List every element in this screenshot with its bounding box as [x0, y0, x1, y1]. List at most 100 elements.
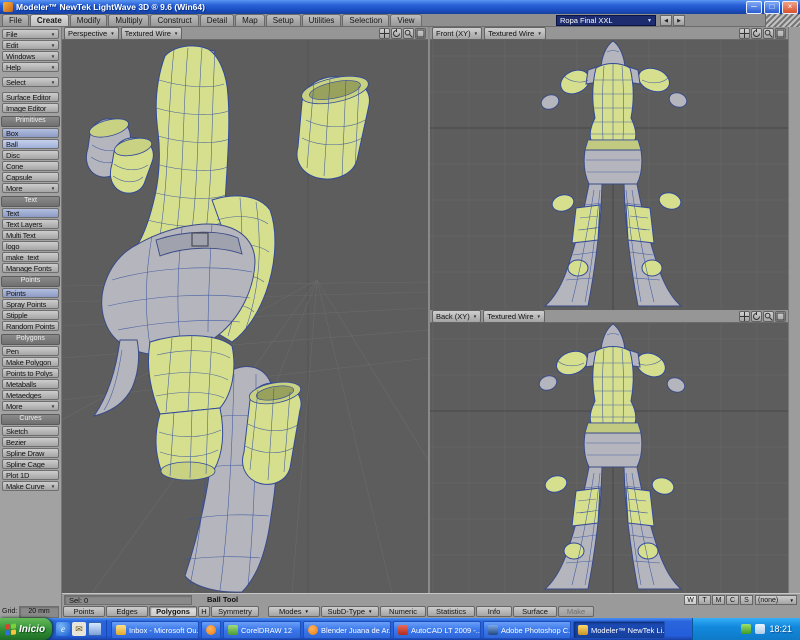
tab-selection[interactable]: Selection: [342, 14, 390, 26]
rotate-icon[interactable]: [391, 27, 402, 39]
sidebar-item-points-to-polys[interactable]: Points to Polys: [2, 368, 59, 378]
tab-file[interactable]: File: [2, 14, 29, 26]
sidebar-item-make-polygon[interactable]: Make Polygon: [2, 357, 59, 367]
image-editor-button[interactable]: Image Editor: [2, 103, 59, 113]
next-preset-button[interactable]: ▶: [673, 15, 685, 26]
sidebar-item-spray-points[interactable]: Spray Points: [2, 299, 59, 309]
maximize-button[interactable]: □: [764, 0, 780, 14]
internet-explorer-icon[interactable]: e: [56, 622, 70, 636]
viewport-divider[interactable]: [428, 27, 430, 593]
sidebar-item-stipple[interactable]: Stipple: [2, 310, 59, 320]
sidebar-item-make-curve[interactable]: Make Curve ▼: [2, 481, 59, 491]
tab-map[interactable]: Map: [235, 14, 265, 26]
show-desktop-icon[interactable]: [88, 622, 102, 636]
task-coreldraw[interactable]: CorelDRAW 12: [223, 621, 301, 639]
pan-icon[interactable]: [379, 27, 390, 39]
mode-polygons-button[interactable]: Polygons: [149, 606, 197, 617]
sidebar-item-make-text[interactable]: make_text: [2, 252, 59, 262]
minimize-button[interactable]: ─: [746, 0, 762, 14]
sidebar-item-pen[interactable]: Pen: [2, 346, 59, 356]
surface-editor-button[interactable]: Surface Editor: [2, 92, 59, 102]
tab-utilities[interactable]: Utilities: [301, 14, 342, 26]
task-blender[interactable]: [201, 621, 221, 639]
sidebar-item-ball[interactable]: Ball: [2, 139, 59, 149]
shading-mode-dropdown[interactable]: Textured Wire ▼: [483, 309, 545, 323]
tab-multiply[interactable]: Multiply: [108, 14, 150, 26]
task-modeler-active[interactable]: Modeler™ NewTek Li...: [573, 621, 665, 639]
vmap-texture-button[interactable]: T: [698, 595, 711, 605]
shading-mode-dropdown[interactable]: Textured Wire ▼: [484, 26, 546, 40]
statistics-button[interactable]: Statistics: [427, 606, 475, 617]
task-outlook-inbox[interactable]: Inbox - Microsoft Ou...: [111, 621, 199, 639]
modes-dropdown[interactable]: Modes ▼: [268, 606, 320, 617]
tab-setup[interactable]: Setup: [265, 14, 301, 26]
symmetry-button[interactable]: Symmetry: [211, 606, 259, 617]
shield-icon[interactable]: [741, 624, 752, 634]
zoom-icon[interactable]: [763, 27, 774, 39]
sidebar-menu-select[interactable]: Select ▼: [2, 77, 59, 87]
maximize-viewport-icon[interactable]: [775, 310, 786, 322]
rotate-icon[interactable]: [751, 310, 762, 322]
pan-icon[interactable]: [739, 310, 750, 322]
sidebar-item-spline-cage[interactable]: Spline Cage: [2, 459, 59, 469]
sidebar-menu-file[interactable]: File ▼: [2, 29, 59, 39]
sidebar-item-metaedges[interactable]: Metaedges: [2, 390, 59, 400]
subd-type-dropdown[interactable]: SubD-Type ▼: [321, 606, 379, 617]
vmap-weight-button[interactable]: W: [684, 595, 697, 605]
zoom-icon[interactable]: [403, 27, 414, 39]
sidebar-item-text[interactable]: Text: [2, 208, 59, 218]
mail-icon[interactable]: ✉: [72, 622, 86, 636]
view-type-dropdown[interactable]: Perspective ▼: [64, 26, 119, 40]
sidebar-item-text-layers[interactable]: Text Layers: [2, 219, 59, 229]
sidebar-item-spline-draw[interactable]: Spline Draw: [2, 448, 59, 458]
vmap-selector[interactable]: (none) ▼: [755, 595, 797, 605]
close-button[interactable]: ×: [782, 0, 798, 14]
sidebar-item-sketch[interactable]: Sketch: [2, 426, 59, 436]
maximize-viewport-icon[interactable]: [415, 27, 426, 39]
pan-icon[interactable]: [739, 27, 750, 39]
sidebar-item-manage-fonts[interactable]: Manage Fonts: [2, 263, 59, 273]
sidebar-item-random-points[interactable]: Random Points: [2, 321, 59, 331]
prev-preset-button[interactable]: ◀: [660, 15, 672, 26]
vmap-selection-button[interactable]: S: [740, 595, 753, 605]
sidebar-item-plot-1d[interactable]: Plot 1D: [2, 470, 59, 480]
task-autocad[interactable]: AutoCAD LT 2009 -...: [393, 621, 481, 639]
task-photoshop[interactable]: Adobe Photoshop C...: [483, 621, 571, 639]
tab-create[interactable]: Create: [29, 14, 69, 26]
sidebar-item-multi-text[interactable]: Multi Text: [2, 230, 59, 240]
resize-grip[interactable]: [765, 14, 800, 27]
sidebar-menu-help[interactable]: Help ▼: [2, 62, 59, 72]
sidebar-item-logo[interactable]: logo: [2, 241, 59, 251]
tab-view[interactable]: View: [390, 14, 422, 26]
info-button[interactable]: Info: [476, 606, 512, 617]
vmap-morph-button[interactable]: M: [712, 595, 725, 605]
mode-points-button[interactable]: Points: [63, 606, 105, 617]
vmap-color-button[interactable]: C: [726, 595, 739, 605]
back-viewport-canvas[interactable]: [430, 323, 788, 593]
sidebar-item-more-primitives[interactable]: More ▼: [2, 183, 59, 193]
sidebar-menu-windows[interactable]: Windows ▼: [2, 51, 59, 61]
sidebar-item-capsule[interactable]: Capsule: [2, 172, 59, 182]
view-type-dropdown[interactable]: Back (XY) ▼: [432, 309, 482, 323]
sidebar-menu-edit[interactable]: Edit ▼: [2, 40, 59, 50]
perspective-viewport-canvas[interactable]: [62, 40, 428, 593]
zoom-icon[interactable]: [763, 310, 774, 322]
view-type-dropdown[interactable]: Front (XY) ▼: [432, 26, 483, 40]
mode-edges-button[interactable]: Edges: [106, 606, 148, 617]
volume-icon[interactable]: [755, 624, 766, 634]
numeric-button[interactable]: Numeric: [380, 606, 426, 617]
sidebar-item-bezier[interactable]: Bezier: [2, 437, 59, 447]
sidebar-item-box[interactable]: Box: [2, 128, 59, 138]
start-button[interactable]: Inicio: [0, 618, 52, 640]
task-blender-juana[interactable]: Blender Juana de Ar...: [303, 621, 391, 639]
sidebar-item-points[interactable]: Points: [2, 288, 59, 298]
sidebar-item-metaballs[interactable]: Metaballs: [2, 379, 59, 389]
sidebar-item-more-polygons[interactable]: More ▼: [2, 401, 59, 411]
tab-detail[interactable]: Detail: [199, 14, 235, 26]
surface-button[interactable]: Surface: [513, 606, 557, 617]
rotate-icon[interactable]: [751, 27, 762, 39]
tab-modify[interactable]: Modify: [69, 14, 108, 26]
content-preset-selector[interactable]: Ropa Final XXL ▼: [556, 15, 656, 26]
tab-construct[interactable]: Construct: [150, 14, 199, 26]
maximize-viewport-icon[interactable]: [775, 27, 786, 39]
